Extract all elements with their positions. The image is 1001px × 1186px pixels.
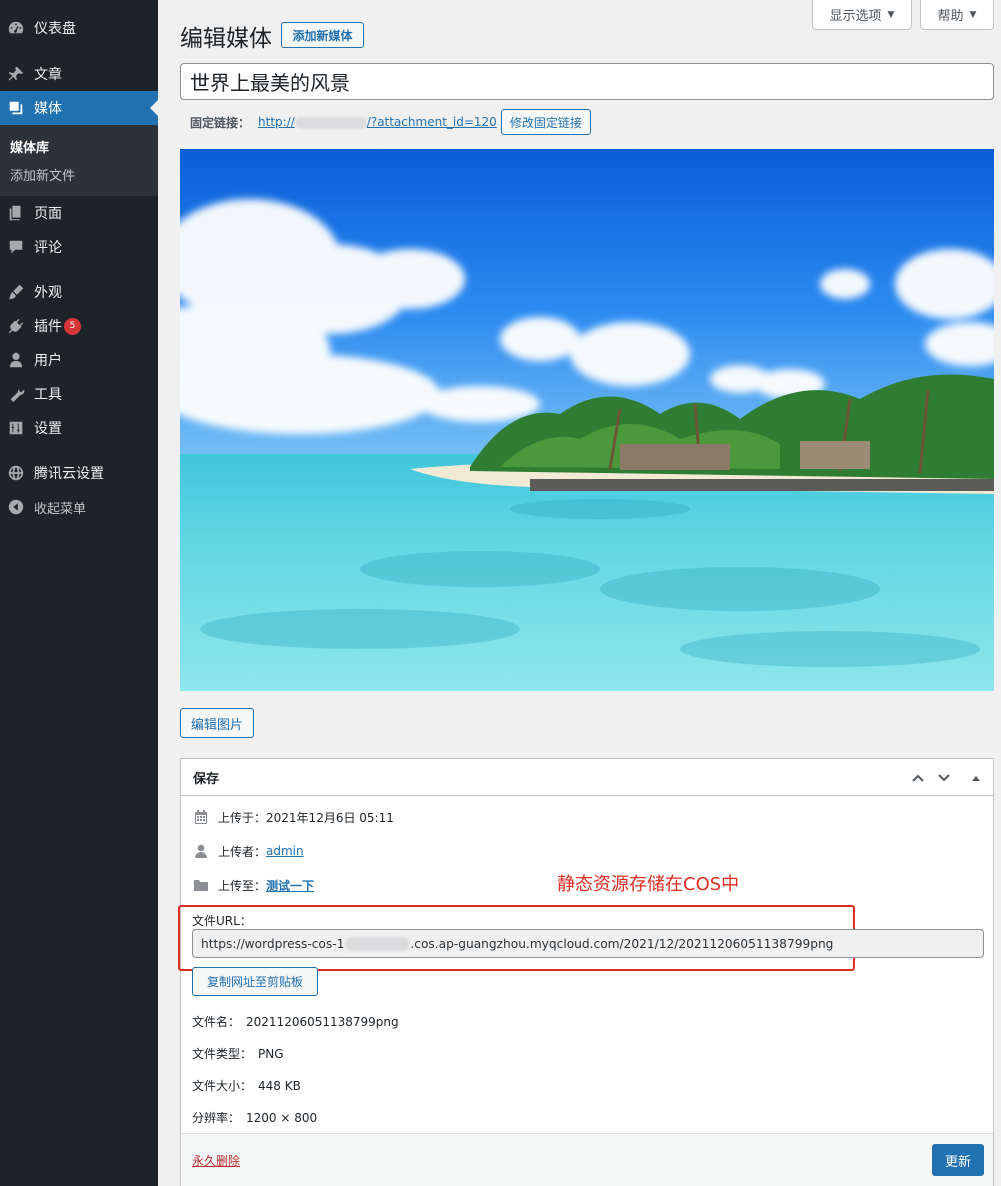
- help-button[interactable]: 帮助 ▼: [920, 0, 994, 30]
- copy-url-button[interactable]: 复制网址至剪贴板: [192, 967, 318, 996]
- menu-label: 外观: [34, 285, 62, 301]
- menu-collapse[interactable]: 收起菜单: [0, 490, 158, 524]
- menu-label: 媒体: [34, 101, 62, 117]
- uploaded-by-row: 上传者： admin: [192, 842, 304, 860]
- menu-item-users[interactable]: 用户: [0, 343, 158, 377]
- dimensions-row: 分辨率： 1200 × 800: [192, 1109, 317, 1126]
- menu-label: 评论: [34, 240, 62, 256]
- move-down-icon[interactable]: [935, 769, 953, 787]
- menu-item-plugins[interactable]: 插件 5: [0, 309, 158, 343]
- menu-label: 工具: [34, 387, 62, 403]
- menu-label: 腾讯云设置: [34, 466, 104, 482]
- menu-item-pages[interactable]: 页面: [0, 196, 158, 230]
- uploaded-to-label: 上传至：: [218, 878, 267, 893]
- file-name-label: 文件名：: [192, 1015, 241, 1029]
- dimensions-value: 1200 × 800: [246, 1111, 318, 1125]
- media-submenu: 媒体库 添加新文件: [0, 125, 158, 196]
- media-preview-image: [180, 149, 994, 691]
- add-new-media-button[interactable]: 添加新媒体: [281, 22, 364, 48]
- help-label: 帮助: [937, 9, 964, 24]
- file-type-value: PNG: [258, 1047, 284, 1061]
- cos-annotation: 静态资源存储在COS中: [557, 874, 740, 895]
- user-icon: [192, 842, 210, 860]
- pages-icon: [6, 203, 26, 223]
- permalink-url[interactable]: http:///?attachment_id=120: [258, 115, 497, 129]
- menu-label: 收起菜单: [34, 501, 87, 517]
- file-size-row: 文件大小： 448 KB: [192, 1077, 301, 1094]
- save-box-title: 保存: [193, 771, 220, 787]
- pin-icon: [6, 64, 26, 84]
- permalink-row: 固定链接： http:///?attachment_id=120 修改固定链接: [190, 109, 591, 135]
- permalink-label: 固定链接：: [190, 115, 251, 130]
- edit-image-button[interactable]: 编辑图片: [180, 708, 254, 738]
- menu-label: 插件: [34, 319, 62, 335]
- media-icon: [6, 98, 26, 118]
- menu-item-media[interactable]: 媒体: [0, 91, 158, 125]
- menu-item-posts[interactable]: 文章: [0, 57, 158, 91]
- menu-label: 仪表盘: [34, 21, 76, 37]
- menu-item-settings[interactable]: 设置: [0, 411, 158, 445]
- edit-permalink-button[interactable]: 修改固定链接: [500, 109, 591, 135]
- screen-options-button[interactable]: 显示选项 ▼: [812, 0, 912, 30]
- file-type-row: 文件类型： PNG: [192, 1045, 284, 1062]
- settings-icon: [6, 418, 26, 438]
- admin-sidebar: 仪表盘 文章 媒体 媒体库 添加新文件 页面 评论 外观 插件 5 用户 工具 …: [0, 0, 158, 1186]
- wrench-icon: [6, 384, 26, 404]
- menu-item-appearance[interactable]: 外观: [0, 275, 158, 309]
- calendar-icon: [192, 808, 210, 826]
- plugin-update-badge: 5: [64, 317, 81, 335]
- dimensions-label: 分辨率：: [192, 1111, 241, 1125]
- file-name-value: 20211206051138799png: [246, 1015, 399, 1029]
- menu-label: 页面: [34, 206, 62, 222]
- uploaded-on-value: 2021年12月6日 05:11: [266, 810, 394, 825]
- uploaded-on-row: 上传于： 2021年12月6日 05:11: [192, 808, 394, 826]
- redacted-host: [294, 116, 367, 129]
- delete-permanently-link[interactable]: 永久删除: [192, 1152, 240, 1169]
- save-box-header: 保存: [181, 759, 993, 796]
- file-type-label: 文件类型：: [192, 1047, 253, 1061]
- uploaded-by-label: 上传者：: [218, 844, 267, 859]
- menu-item-dashboard[interactable]: 仪表盘: [0, 11, 158, 45]
- comment-icon: [6, 237, 26, 257]
- submenu-item-add-new[interactable]: 添加新文件: [10, 165, 75, 184]
- menu-item-tools[interactable]: 工具: [0, 377, 158, 411]
- caret-down-icon: ▼: [887, 9, 895, 20]
- menu-label: 用户: [34, 353, 62, 369]
- user-icon: [6, 350, 26, 370]
- menu-label: 文章: [34, 67, 62, 83]
- menu-item-comments[interactable]: 评论: [0, 230, 158, 264]
- move-up-icon[interactable]: [909, 769, 927, 787]
- uploaded-on-label: 上传于：: [218, 810, 267, 825]
- menu-item-tencent-cloud[interactable]: 腾讯云设置: [0, 456, 158, 490]
- dashboard-icon: [6, 18, 26, 38]
- collapse-icon: [6, 497, 26, 517]
- redacted-bucket-id: [345, 936, 410, 951]
- caret-down-icon: ▼: [969, 9, 977, 20]
- file-size-value: 448 KB: [258, 1079, 301, 1093]
- screen-options-label: 显示选项: [829, 9, 882, 24]
- globe-icon: [6, 463, 26, 483]
- file-url-label: 文件URL：: [192, 914, 252, 928]
- uploaded-to-link[interactable]: 测试一下: [266, 877, 314, 894]
- update-button[interactable]: 更新: [932, 1144, 984, 1176]
- uploaded-to-row: 上传至： 测试一下: [192, 876, 314, 894]
- file-name-row: 文件名： 20211206051138799png: [192, 1013, 399, 1030]
- media-title-input[interactable]: [180, 63, 994, 100]
- save-meta-box: 保存 上传于： 2021年12月6日 05:11 上传者： admin 上传至：…: [178, 758, 994, 1186]
- folder-icon: [192, 876, 210, 894]
- toggle-panel-icon[interactable]: [967, 769, 985, 787]
- page-title: 编辑媒体: [180, 26, 272, 52]
- save-box-footer: 永久删除 更新: [181, 1133, 993, 1186]
- uploaded-by-link[interactable]: admin: [266, 844, 304, 858]
- file-url-field[interactable]: https://wordpress-cos-1 .cos.ap-guangzhou…: [192, 929, 984, 958]
- submenu-item-library[interactable]: 媒体库: [10, 137, 49, 156]
- plugin-icon: [6, 316, 26, 336]
- file-size-label: 文件大小：: [192, 1079, 253, 1093]
- brush-icon: [6, 282, 26, 302]
- menu-label: 设置: [34, 421, 62, 437]
